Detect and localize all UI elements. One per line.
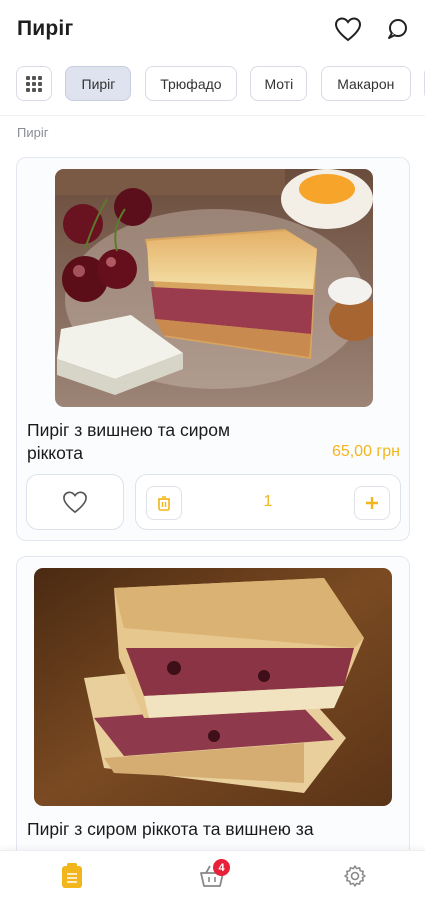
heart-icon	[63, 491, 87, 514]
header-actions	[334, 16, 408, 42]
menu-list-icon	[62, 863, 82, 888]
chip-macaron[interactable]: Макарон	[320, 66, 411, 101]
tab-settings[interactable]	[340, 861, 370, 891]
tab-menu[interactable]	[57, 861, 87, 891]
gear-icon	[344, 865, 366, 887]
product-name: Пиріг з сиром ріккота та вишнею за	[27, 819, 314, 839]
add-to-favorites-button[interactable]	[26, 474, 124, 530]
product-name: Пиріг з вишнею та сиром ріккота	[27, 420, 231, 463]
chat-bubble-icon[interactable]	[386, 18, 408, 40]
cart-count-badge: 4	[213, 859, 230, 876]
product-card[interactable]: Пиріг з сиром ріккота та вишнею за	[16, 556, 410, 886]
product-photo-cherry-pie[interactable]	[55, 169, 373, 407]
product-price: 65,00 грн	[331, 443, 400, 460]
chip-pie[interactable]: Пиріг	[65, 66, 132, 101]
increase-quantity-button[interactable]	[354, 486, 390, 520]
chip-mochi[interactable]: Моті	[250, 66, 308, 101]
quantity-stepper[interactable]: 1	[135, 474, 401, 530]
divider	[0, 115, 425, 116]
all-categories-grid-icon[interactable]	[16, 66, 52, 101]
top-bar: Пиріг	[0, 0, 425, 58]
page-title: Пиріг	[17, 17, 74, 40]
bottom-tab-bar: 4	[0, 850, 425, 900]
chip-truffado[interactable]: Трюфадо	[144, 66, 237, 101]
section-title: Пиріг	[17, 125, 49, 140]
product-photo-ricotta-pie[interactable]	[34, 568, 392, 806]
favorites-heart-icon[interactable]	[334, 16, 362, 42]
plus-icon	[366, 497, 378, 509]
app-screen: Пиріг Пиріг Трюфадо Моті Макарон Па Пирі…	[0, 0, 425, 900]
product-card[interactable]: Пиріг з вишнею та сиром ріккота 65,00 гр…	[16, 157, 410, 541]
category-chips: Пиріг Трюфадо Моті Макарон Па	[0, 66, 425, 110]
